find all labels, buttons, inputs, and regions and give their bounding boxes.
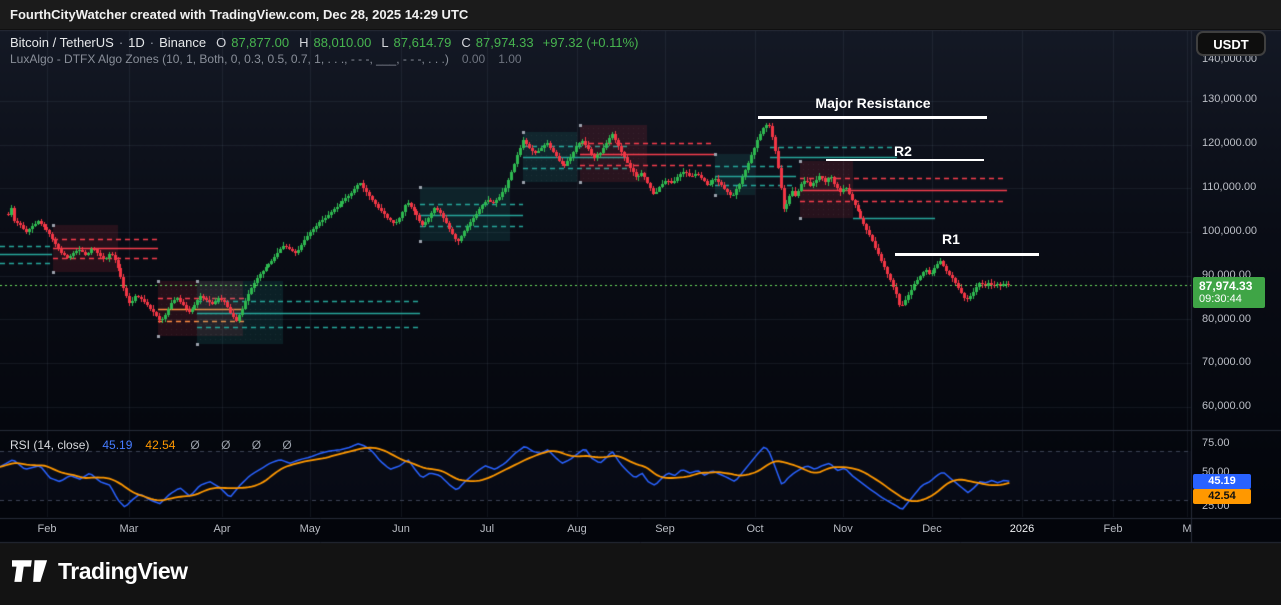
separator-dot: · <box>119 35 123 50</box>
separator-dot: · <box>150 35 154 50</box>
ohlc-open-value: 87,877.00 <box>231 35 289 50</box>
change-value: +97.32 (+0.11%) <box>543 35 639 50</box>
time-axis-tick: Apr <box>200 523 244 535</box>
bar-countdown: 09:30:44 <box>1199 293 1265 306</box>
symbol-legend[interactable]: Bitcoin / TetherUS · 1D · Binance O 87,8… <box>10 35 639 50</box>
indicator-name[interactable]: LuxAlgo - DTFX Algo Zones (10, 1, Both, … <box>10 52 449 66</box>
symbol-exchange: Binance <box>159 35 206 50</box>
symbol-interval[interactable]: 1D <box>128 35 145 50</box>
ohlc-open-label: O <box>216 35 226 50</box>
time-axis-tick: Jun <box>379 523 423 535</box>
ohlc-high-label: H <box>299 35 308 50</box>
ohlc-high-value: 88,010.00 <box>313 35 371 50</box>
rsi-value: 45.19 <box>102 438 132 452</box>
time-axis-tick: Feb <box>25 523 69 535</box>
watermark-title: FourthCityWatcher created with TradingVi… <box>10 7 468 22</box>
time-axis-tick: 2026 <box>1000 523 1044 535</box>
tradingview-logo-mark <box>12 559 48 585</box>
watermark-title-bar: FourthCityWatcher created with TradingVi… <box>0 0 1281 30</box>
indicator-legend[interactable]: LuxAlgo - DTFX Algo Zones (10, 1, Both, … <box>10 52 522 66</box>
time-axis-tick: Mar <box>107 523 151 535</box>
annotation-text: R1 <box>942 231 960 247</box>
price-axis-tick: 80,000.00 <box>1202 313 1251 325</box>
rsi-ma-axis-label: 42.54 <box>1193 489 1251 504</box>
time-axis-tick: Oct <box>733 523 777 535</box>
price-axis-tick: 130,000.00 <box>1202 93 1257 105</box>
rsi-axis-tick: 75.00 <box>1202 437 1230 449</box>
ohlc-close-value: 87,974.33 <box>476 35 534 50</box>
price-axis-tick: 120,000.00 <box>1202 137 1257 149</box>
time-axis-tick: Sep <box>643 523 687 535</box>
time-axis-tick: Jul <box>465 523 509 535</box>
tradingview-logo[interactable]: TradingView <box>12 558 188 585</box>
indicator-value-1: 0.00 <box>462 52 485 66</box>
rsi-hidden-values: Ø Ø Ø Ø <box>190 438 300 452</box>
annotation-line[interactable] <box>758 116 987 119</box>
rsi-axis-label: 45.19 <box>1193 474 1251 489</box>
tradingview-wordmark: TradingView <box>58 558 188 585</box>
price-axis-tick: 110,000.00 <box>1202 181 1256 193</box>
annotation-text: R2 <box>894 143 912 159</box>
annotation-text: Major Resistance <box>815 95 930 111</box>
last-price-value: 87,974.33 <box>1199 279 1265 293</box>
symbol-name[interactable]: Bitcoin / TetherUS <box>10 35 114 50</box>
rsi-title[interactable]: RSI (14, close) <box>10 438 89 452</box>
price-axis-tick: 70,000.00 <box>1202 356 1251 368</box>
time-axis-tick: Feb <box>1091 523 1135 535</box>
rsi-ma-value: 42.54 <box>145 438 175 452</box>
time-axis-tick: Aug <box>555 523 599 535</box>
price-axis-tick: 100,000.00 <box>1202 225 1257 237</box>
last-price-label: 87,974.33 09:30:44 <box>1193 277 1265 308</box>
annotation-line[interactable] <box>826 159 984 161</box>
rsi-legend[interactable]: RSI (14, close) 45.19 42.54 Ø Ø Ø Ø <box>10 438 301 452</box>
time-axis-tick: May <box>288 523 332 535</box>
indicator-value-2: 1.00 <box>498 52 521 66</box>
ohlc-low-label: L <box>381 35 388 50</box>
ohlc-close-label: C <box>461 35 470 50</box>
annotation-line[interactable] <box>895 253 1039 256</box>
time-axis-tick: M <box>1165 523 1209 535</box>
currency-toggle-button[interactable]: USDT <box>1196 31 1266 56</box>
price-axis-tick: 60,000.00 <box>1202 400 1251 412</box>
chart-canvas <box>0 0 1281 605</box>
ohlc-low-value: 87,614.79 <box>394 35 452 50</box>
time-axis-tick: Dec <box>910 523 954 535</box>
time-axis-tick: Nov <box>821 523 865 535</box>
